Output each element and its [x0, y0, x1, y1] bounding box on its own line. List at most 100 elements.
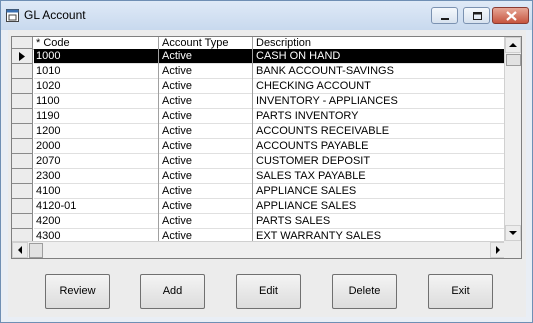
- arrow-right-icon: [496, 246, 500, 254]
- row-selector[interactable]: [12, 169, 33, 184]
- arrow-left-icon: [18, 246, 22, 254]
- window-app-icon[interactable]: [6, 9, 19, 22]
- cell-code: 1020: [36, 80, 61, 92]
- cell-code: 1010: [36, 65, 61, 77]
- minimize-icon: [441, 18, 449, 20]
- scrollbar-corner: [504, 241, 521, 258]
- header-corner: [12, 37, 33, 49]
- row-selector[interactable]: [12, 214, 33, 229]
- edit-button-label: Edit: [259, 285, 278, 297]
- table-row[interactable]: 4100 Active APPLIANCE SALES: [12, 184, 506, 199]
- cell-description: EXT WARRANTY SALES: [256, 230, 382, 241]
- title-bar[interactable]: GL Account: [1, 1, 532, 30]
- cell-code: 4120-01: [36, 200, 77, 212]
- table-row[interactable]: 4120-01 Active APPLIANCE SALES: [12, 199, 506, 214]
- add-button[interactable]: Add: [140, 274, 205, 309]
- column-divider: [158, 37, 159, 241]
- cell-account-type: Active: [162, 230, 192, 241]
- row-selector[interactable]: [12, 184, 33, 199]
- scroll-left-button[interactable]: [12, 242, 28, 258]
- row-selector[interactable]: [12, 199, 33, 214]
- cell-account-type: Active: [162, 170, 192, 182]
- table-row[interactable]: 1000 Active CASH ON HAND: [12, 49, 506, 64]
- table-row[interactable]: 2070 Active CUSTOMER DEPOSIT: [12, 154, 506, 169]
- maximize-icon: [473, 12, 482, 20]
- gl-account-grid[interactable]: * Code Account Type Description 1000 Acti…: [11, 36, 522, 259]
- row-pointer-icon: [19, 52, 25, 61]
- cell-description: PARTS SALES: [256, 215, 331, 227]
- cell-description: BANK ACCOUNT-SAVINGS: [256, 65, 394, 77]
- scroll-up-button[interactable]: [505, 37, 521, 53]
- cell-description: ACCOUNTS RECEIVABLE: [256, 125, 390, 137]
- horizontal-scrollbar[interactable]: [12, 241, 506, 258]
- column-header-account-type[interactable]: Account Type: [162, 37, 228, 49]
- edit-button[interactable]: Edit: [236, 274, 301, 309]
- close-button[interactable]: [492, 7, 529, 24]
- table-row[interactable]: 1200 Active ACCOUNTS RECEIVABLE: [12, 124, 506, 139]
- cell-description: CHECKING ACCOUNT: [256, 80, 371, 92]
- cell-account-type: Active: [162, 95, 192, 107]
- cell-code: 1100: [36, 95, 60, 107]
- gl-account-window: GL Account * Code Account Type Descripti…: [0, 0, 533, 323]
- row-selector[interactable]: [12, 124, 33, 139]
- cell-account-type: Active: [162, 125, 192, 137]
- cell-code: 1000: [36, 50, 61, 62]
- exit-button[interactable]: Exit: [428, 274, 493, 309]
- horizontal-scroll-thumb[interactable]: [29, 243, 43, 258]
- table-row[interactable]: 4300 Active EXT WARRANTY SALES: [12, 229, 506, 241]
- review-button-label: Review: [59, 285, 96, 297]
- arrow-down-icon: [509, 231, 517, 235]
- cell-description: SALES TAX PAYABLE: [256, 170, 366, 182]
- cell-account-type: Active: [162, 140, 192, 152]
- add-button-label: Add: [162, 285, 183, 297]
- column-header-code[interactable]: * Code: [36, 37, 70, 49]
- cell-code: 4100: [36, 185, 61, 197]
- delete-button-label: Delete: [348, 285, 381, 297]
- row-selector[interactable]: [12, 154, 33, 169]
- exit-button-label: Exit: [451, 285, 470, 297]
- window-title: GL Account: [24, 8, 86, 22]
- maximize-button[interactable]: [463, 7, 490, 24]
- row-selector[interactable]: [12, 94, 33, 109]
- cell-account-type: Active: [162, 80, 192, 92]
- row-selector[interactable]: [12, 109, 33, 124]
- cell-description: PARTS INVENTORY: [256, 110, 359, 122]
- delete-button[interactable]: Delete: [332, 274, 397, 309]
- vertical-scroll-thumb[interactable]: [506, 54, 521, 66]
- cell-code: 2000: [36, 140, 61, 152]
- row-selector[interactable]: [12, 49, 33, 64]
- cell-account-type: Active: [162, 65, 192, 77]
- table-row[interactable]: 1010 Active BANK ACCOUNT-SAVINGS: [12, 64, 506, 79]
- row-selector[interactable]: [12, 139, 33, 154]
- minimize-button[interactable]: [431, 7, 458, 24]
- arrow-up-icon: [509, 43, 517, 47]
- cell-account-type: Active: [162, 185, 192, 197]
- table-row[interactable]: 1190 Active PARTS INVENTORY: [12, 109, 506, 124]
- cell-description: CUSTOMER DEPOSIT: [256, 155, 371, 167]
- column-divider: [252, 37, 253, 241]
- vertical-scrollbar[interactable]: [504, 37, 521, 241]
- cell-account-type: Active: [162, 50, 192, 62]
- cell-code: 2300: [36, 170, 61, 182]
- cell-code: 4200: [36, 215, 61, 227]
- cell-account-type: Active: [162, 155, 192, 167]
- row-selector[interactable]: [12, 64, 33, 79]
- cell-code: 1190: [36, 110, 60, 122]
- close-icon: [506, 11, 517, 21]
- grid-viewport: * Code Account Type Description 1000 Acti…: [12, 37, 506, 241]
- cell-description: INVENTORY - APPLIANCES: [256, 95, 398, 107]
- table-row[interactable]: 2000 Active ACCOUNTS PAYABLE: [12, 139, 506, 154]
- cell-description: ACCOUNTS PAYABLE: [256, 140, 369, 152]
- table-row[interactable]: 1100 Active INVENTORY - APPLIANCES: [12, 94, 506, 109]
- table-row[interactable]: 1020 Active CHECKING ACCOUNT: [12, 79, 506, 94]
- table-row[interactable]: 2300 Active SALES TAX PAYABLE: [12, 169, 506, 184]
- review-button[interactable]: Review: [45, 274, 110, 309]
- scroll-down-button[interactable]: [505, 225, 521, 241]
- row-selector[interactable]: [12, 79, 33, 94]
- row-selector[interactable]: [12, 229, 33, 241]
- column-header-description[interactable]: Description: [256, 37, 311, 49]
- table-row[interactable]: 4200 Active PARTS SALES: [12, 214, 506, 229]
- cell-account-type: Active: [162, 215, 192, 227]
- cell-account-type: Active: [162, 200, 192, 212]
- cell-account-type: Active: [162, 110, 192, 122]
